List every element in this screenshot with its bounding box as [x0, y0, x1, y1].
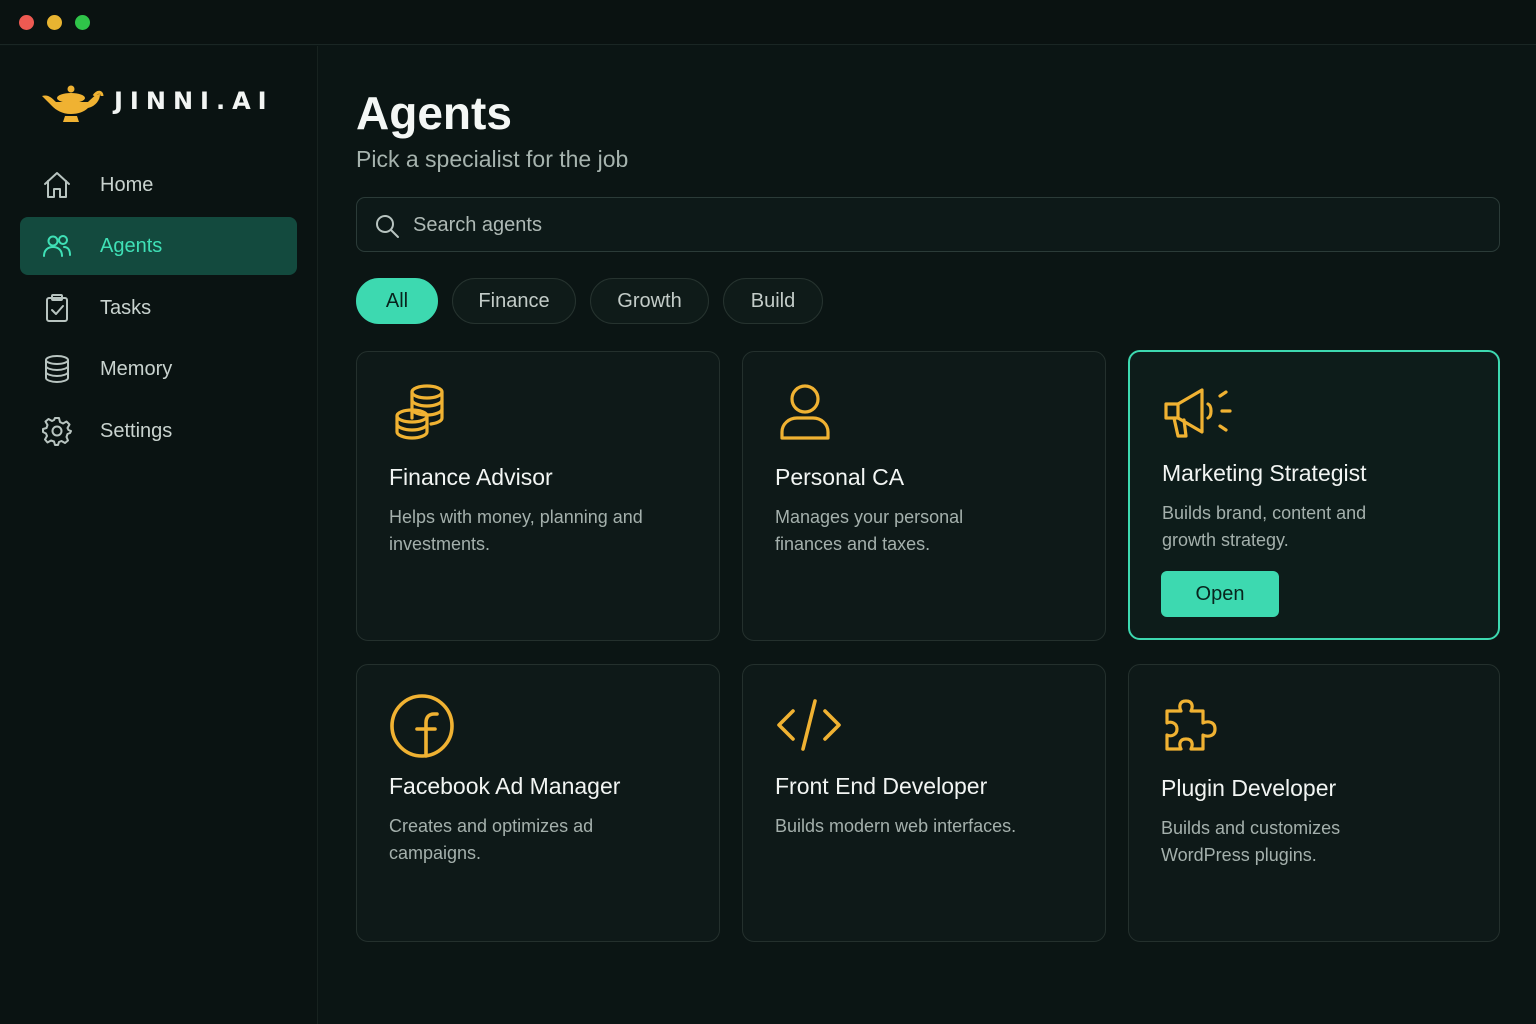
- search-icon: [376, 215, 399, 238]
- sidebar-item-label: Agents: [100, 235, 163, 257]
- close-window-button[interactable]: [19, 15, 34, 30]
- agent-title: Plugin Developer: [1161, 775, 1337, 801]
- agent-card-plugin-developer[interactable]: Plugin Developer Builds and customizes W…: [1128, 664, 1500, 942]
- search-input[interactable]: [413, 210, 1473, 240]
- agent-title: Finance Advisor: [389, 464, 553, 490]
- sidebar-item-agents[interactable]: Agents: [20, 217, 297, 275]
- agent-title: Front End Developer: [775, 773, 988, 799]
- sidebar-item-label: Tasks: [100, 297, 152, 319]
- agent-title: Facebook Ad Manager: [389, 773, 621, 799]
- agent-description: Helps with money, planning and investmen…: [389, 507, 643, 554]
- sidebar-item-label: Settings: [100, 420, 173, 442]
- database-icon: [45, 355, 69, 384]
- agent-description: Builds brand, content and growth strateg…: [1162, 503, 1367, 550]
- page-title: Agents: [356, 87, 512, 139]
- minimize-window-button[interactable]: [47, 15, 62, 30]
- megaphone-icon: [1164, 388, 1232, 438]
- sidebar: JINNI.AI Home Agents Tasks Memory Settin…: [0, 46, 318, 1024]
- open-agent-button[interactable]: Open: [1161, 571, 1279, 617]
- clipboard-check-icon: [46, 294, 68, 322]
- page-subtitle: Pick a specialist for the job: [356, 146, 629, 172]
- filter-chip-finance[interactable]: Finance: [452, 278, 576, 324]
- agent-title: Marketing Strategist: [1162, 460, 1367, 486]
- gear-icon: [42, 417, 72, 446]
- sidebar-item-memory[interactable]: Memory: [20, 340, 297, 398]
- app-name: JINNI.AI: [114, 87, 274, 115]
- agent-title: Personal CA: [775, 464, 905, 490]
- agent-description: Manages your personal finances and taxes…: [775, 507, 964, 554]
- users-icon: [43, 235, 71, 257]
- code-icon: [777, 699, 841, 751]
- agent-description: Builds and customizes WordPress plugins.: [1161, 818, 1341, 865]
- magic-lamp-icon: [42, 85, 104, 122]
- sidebar-item-label: Memory: [100, 358, 173, 380]
- agent-card-personal-ca[interactable]: Personal CA Manages your personal financ…: [742, 351, 1106, 641]
- window-titlebar: [0, 0, 1536, 45]
- agent-description: Creates and optimizes ad campaigns.: [389, 816, 594, 863]
- agent-card-finance-advisor[interactable]: Finance Advisor Helps with money, planni…: [356, 351, 720, 641]
- filter-chip-growth[interactable]: Growth: [590, 278, 709, 324]
- home-icon: [44, 172, 70, 198]
- coins-icon: [395, 384, 444, 440]
- puzzle-icon: [1165, 699, 1217, 751]
- app-logo[interactable]: JINNI.AI: [38, 78, 274, 124]
- sidebar-item-label: Home: [100, 174, 154, 196]
- agent-card-facebook-ad-manager[interactable]: Facebook Ad Manager Creates and optimize…: [356, 664, 720, 942]
- sidebar-item-home[interactable]: Home: [20, 156, 297, 214]
- agent-card-marketing-strategist[interactable]: Marketing Strategist Builds brand, conte…: [1128, 350, 1500, 640]
- agent-card-front-end-developer[interactable]: Front End Developer Builds modern web in…: [742, 664, 1106, 942]
- sidebar-item-settings[interactable]: Settings: [20, 402, 297, 460]
- filter-chip-all[interactable]: All: [356, 278, 438, 324]
- agent-description: Builds modern web interfaces.: [775, 816, 1017, 836]
- facebook-icon: [390, 694, 454, 758]
- user-icon: [780, 384, 830, 440]
- search-bar: [356, 197, 1500, 252]
- maximize-window-button[interactable]: [75, 15, 90, 30]
- sidebar-item-tasks[interactable]: Tasks: [20, 279, 297, 337]
- filter-chip-build[interactable]: Build: [723, 278, 823, 324]
